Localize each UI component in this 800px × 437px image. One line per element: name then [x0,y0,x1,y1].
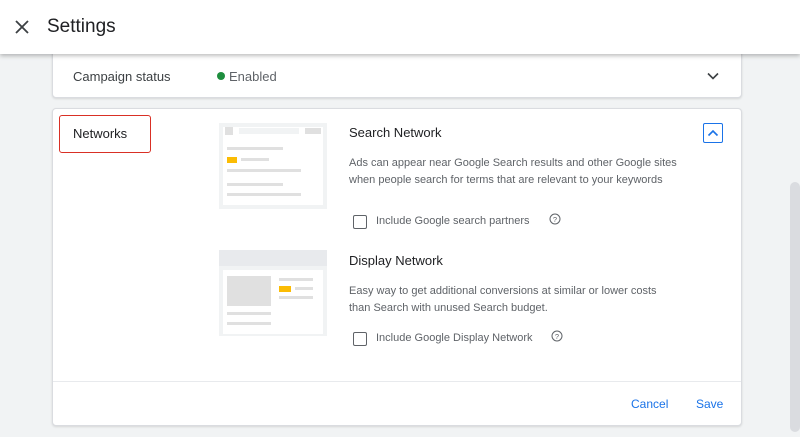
display-network-description: Easy way to get additional conversions a… [349,285,657,314]
page-title: Settings [47,16,116,37]
chevron-down-icon[interactable] [705,68,721,84]
svg-text:?: ? [553,215,557,224]
close-icon [15,20,29,34]
search-partners-label: Include Google search partners [376,215,530,227]
display-network-label: Include Google Display Network [376,332,533,344]
networks-section-label: Networks [59,115,151,153]
networks-card: Networks Search Network Ads can appear n… [52,108,742,426]
save-button[interactable]: Save [696,397,723,411]
help-icon[interactable]: ? [551,330,563,342]
campaign-status-label: Campaign status [73,69,171,84]
svg-text:?: ? [555,332,559,341]
cancel-button[interactable]: Cancel [631,397,668,411]
help-icon[interactable]: ? [549,213,561,225]
close-button[interactable] [11,16,33,38]
search-partners-checkbox[interactable] [353,215,367,229]
search-network-illustration [219,123,327,209]
chevron-up-icon [707,129,719,137]
settings-header: Settings [0,0,800,54]
display-network-title: Display Network [349,253,443,268]
display-network-checkbox[interactable] [353,332,367,346]
search-network-description: Ads can appear near Google Search result… [349,157,677,186]
status-dot-icon [217,72,225,80]
search-network-title: Search Network [349,125,442,140]
scrollbar[interactable] [790,182,800,432]
display-network-illustration [219,250,327,336]
footer-divider [53,381,741,382]
collapse-section-button[interactable] [703,123,723,143]
campaign-status-value: Enabled [229,69,277,84]
